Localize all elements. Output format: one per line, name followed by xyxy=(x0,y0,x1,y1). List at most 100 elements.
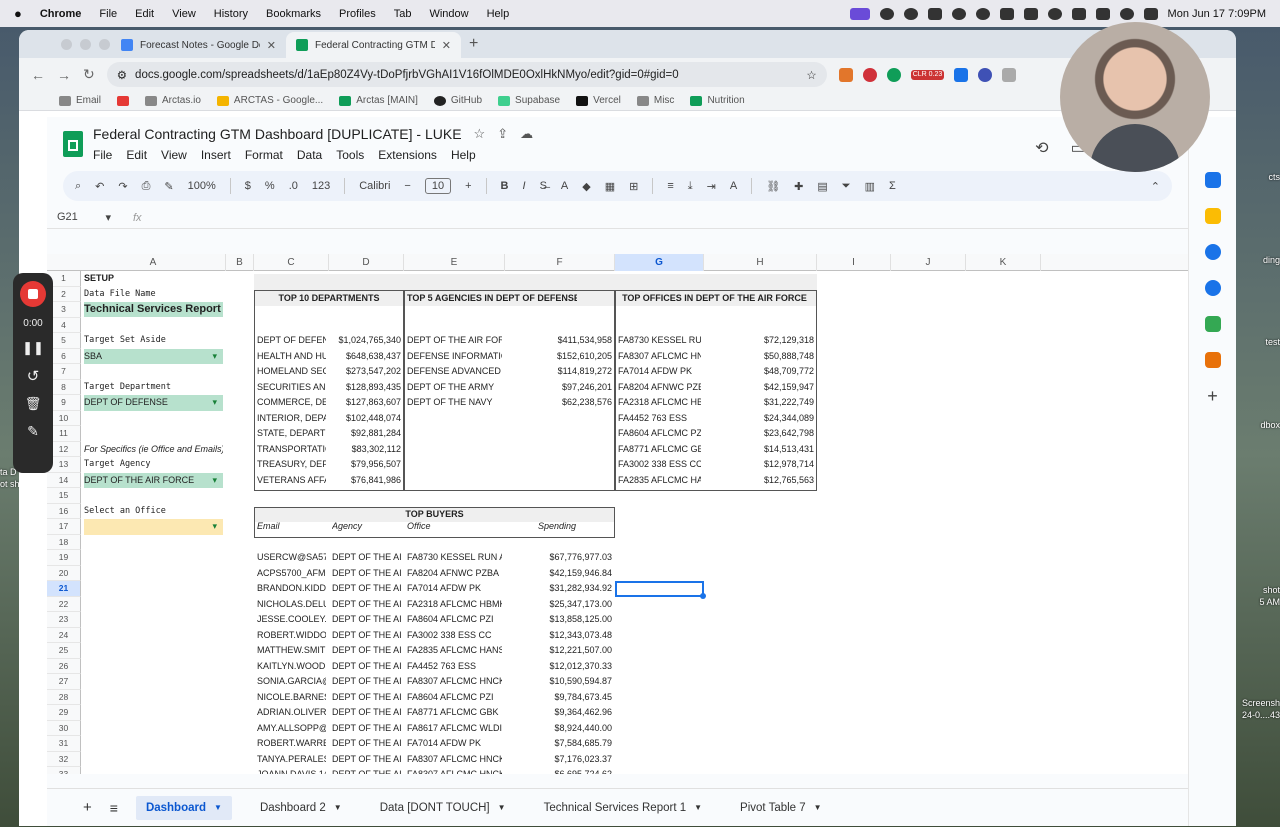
buyer-email[interactable]: ROBERT.WARREN. xyxy=(257,736,326,752)
history-icon[interactable]: ⟲ xyxy=(1035,138,1048,158)
office-name[interactable]: FA8771 AFLCMC GBK xyxy=(618,442,701,458)
os-menu-item[interactable]: Profiles xyxy=(339,8,376,20)
functions-icon[interactable]: Σ xyxy=(889,180,896,192)
target-department-dropdown[interactable]: DEPT OF DEFENSE xyxy=(84,395,223,411)
agency-name[interactable]: DEPT OF THE NAVY xyxy=(407,395,502,411)
clock[interactable]: Mon Jun 17 7:09PM xyxy=(1168,8,1266,20)
target-agency-dropdown[interactable]: DEPT OF THE AIR FORCE xyxy=(84,472,223,488)
buyer-email[interactable]: ACPS5700_AFMC_ xyxy=(257,566,326,582)
os-app-name[interactable]: Chrome xyxy=(40,8,82,20)
buyer-office[interactable]: FA8604 AFLCMC PZI xyxy=(407,612,502,628)
battery-icon[interactable] xyxy=(1071,7,1086,20)
row-header[interactable]: 21 xyxy=(47,581,81,597)
os-menu-item[interactable]: History xyxy=(214,8,248,20)
buyer-agency[interactable]: DEPT OF THE AIR I xyxy=(332,628,401,644)
play-icon[interactable] xyxy=(1047,7,1062,20)
buyer-agency[interactable]: DEPT OF THE AIR I xyxy=(332,643,401,659)
agency-spend[interactable]: $62,238,576 xyxy=(508,395,612,411)
department-spend[interactable]: $127,863,607 xyxy=(332,395,401,411)
office-name[interactable]: FA2835 AFLCMC HAN xyxy=(618,473,701,489)
row-header[interactable]: 27 xyxy=(47,674,81,690)
buyer-office[interactable]: FA8604 AFLCMC PZI xyxy=(407,690,502,706)
row-header[interactable]: 31 xyxy=(47,736,81,752)
extension-icon[interactable] xyxy=(978,67,993,82)
department-name[interactable]: HOMELAND SECU xyxy=(257,364,326,380)
align-icon[interactable]: ≡ xyxy=(667,180,673,192)
buyer-agency[interactable]: DEPT OF THE AIR I xyxy=(332,736,401,752)
site-info-icon[interactable]: ⚙ xyxy=(117,68,127,82)
stop-record-button[interactable] xyxy=(20,281,46,307)
office-name[interactable]: FA8604 AFLCMC PZI xyxy=(618,426,701,442)
column-header[interactable]: C xyxy=(254,254,329,271)
row-header[interactable]: 14 xyxy=(47,472,81,488)
italic-icon[interactable]: I xyxy=(523,180,526,192)
sheet-tab-dashboard[interactable]: Dashboard ▼ xyxy=(135,795,232,820)
webcam-overlay[interactable] xyxy=(1060,22,1210,172)
filter-views-icon[interactable]: ▥ xyxy=(865,180,875,193)
reload-icon[interactable]: ↻ xyxy=(83,66,95,83)
column-header[interactable]: E xyxy=(404,254,505,271)
merge-icon[interactable]: ⊞ xyxy=(629,180,638,193)
office-spend[interactable]: $50,888,748 xyxy=(707,349,814,365)
link-icon[interactable]: ⛓ xyxy=(766,180,780,193)
paint-format-icon[interactable]: ✎ xyxy=(164,180,173,193)
buyer-spending[interactable]: $9,784,673.45 xyxy=(508,690,612,706)
row-header[interactable]: 29 xyxy=(47,705,81,721)
row-header[interactable]: 19 xyxy=(47,550,81,566)
data-file-value[interactable]: Technical Services Report 1 xyxy=(84,302,223,317)
buyer-spending[interactable]: $7,176,023.37 xyxy=(508,752,612,768)
buyer-agency[interactable]: DEPT OF THE AIR I xyxy=(332,550,401,566)
search-icon[interactable] xyxy=(1119,7,1134,20)
top-departments-header[interactable]: TOP 10 DEPARTMENTS xyxy=(257,291,401,307)
agency-name[interactable]: DEFENSE INFORMATION xyxy=(407,349,502,365)
bookmark[interactable]: Arctas [MAIN] xyxy=(339,95,418,106)
add-sheet-icon[interactable]: + xyxy=(83,799,92,816)
buyer-office[interactable]: FA8204 AFNWC PZBA xyxy=(407,566,502,582)
agency-name[interactable]: DEFENSE ADVANCED RES xyxy=(407,364,502,380)
office-dropdown[interactable] xyxy=(84,519,223,535)
add-addon-icon[interactable]: + xyxy=(1205,387,1221,405)
pause-icon[interactable]: ❚❚ xyxy=(22,340,44,356)
menu-view[interactable]: View xyxy=(161,148,187,162)
office-name[interactable]: FA7014 AFDW PK xyxy=(618,364,701,380)
row-header[interactable]: 23 xyxy=(47,612,81,628)
buyer-office[interactable]: FA8307 AFLCMC HNCK C xyxy=(407,674,502,690)
buyer-office[interactable]: FA4452 763 ESS xyxy=(407,659,502,675)
contacts-icon[interactable] xyxy=(1204,280,1221,296)
grammarly-icon[interactable] xyxy=(886,67,901,82)
buyer-spending[interactable]: $12,012,370.33 xyxy=(508,659,612,675)
cloud-status-icon[interactable]: ☁ xyxy=(520,126,533,142)
row-header[interactable]: 28 xyxy=(47,689,81,705)
office-name[interactable]: FA8307 AFLCMC HNC xyxy=(618,349,701,365)
browser-tab[interactable]: Forecast Notes - Google Doc ✕ xyxy=(111,32,286,58)
office-spend[interactable]: $14,513,431 xyxy=(707,442,814,458)
cloud-icon[interactable] xyxy=(999,7,1014,20)
row-header[interactable]: 24 xyxy=(47,627,81,643)
sheet-tab-pivot[interactable]: Pivot Table 7 ▼ xyxy=(730,796,832,820)
bookmark[interactable]: GitHub xyxy=(433,95,482,106)
buyer-email[interactable]: JESSE.COOLEY.1@ xyxy=(257,612,326,628)
star-icon[interactable]: ☆ xyxy=(474,126,486,142)
window-controls[interactable] xyxy=(61,39,110,50)
menu-help[interactable]: Help xyxy=(451,148,476,162)
office-spend[interactable]: $12,765,563 xyxy=(707,473,814,489)
column-header[interactable]: J xyxy=(891,254,966,271)
spreadsheet-grid[interactable]: ABCDEFGHIJK 1 2 3 4 5 6 7 8 9 10 11 12 13 14 15 16 17 18 1… xyxy=(47,254,1188,774)
department-spend[interactable]: $83,302,112 xyxy=(332,442,401,458)
buyer-email[interactable]: BRANDON.KIDD.2 xyxy=(257,581,326,597)
buyer-spending[interactable]: $67,776,977.03 xyxy=(508,550,612,566)
office-spend[interactable]: $48,709,772 xyxy=(707,364,814,380)
buyer-spending[interactable]: $8,924,440.00 xyxy=(508,721,612,737)
buyer-email[interactable]: KAITLYN.WOODRL xyxy=(257,659,326,675)
doc-title[interactable]: Federal Contracting GTM Dashboard [DUPLI… xyxy=(93,126,462,142)
buyer-spending[interactable]: $31,282,934.92 xyxy=(508,581,612,597)
zoom-select[interactable]: 100% xyxy=(188,180,216,192)
buyer-email[interactable]: USERCW@SA570( xyxy=(257,550,326,566)
office-label[interactable]: Select an Office xyxy=(84,504,223,520)
office-spend[interactable]: $31,222,749 xyxy=(707,395,814,411)
setup-header[interactable]: SETUP xyxy=(84,271,223,287)
wrap-icon[interactable]: ⇥ xyxy=(707,180,716,193)
buyer-spending[interactable]: $12,343,073.48 xyxy=(508,628,612,644)
gear-icon[interactable] xyxy=(903,7,918,20)
row-header[interactable]: 16 xyxy=(47,503,81,519)
